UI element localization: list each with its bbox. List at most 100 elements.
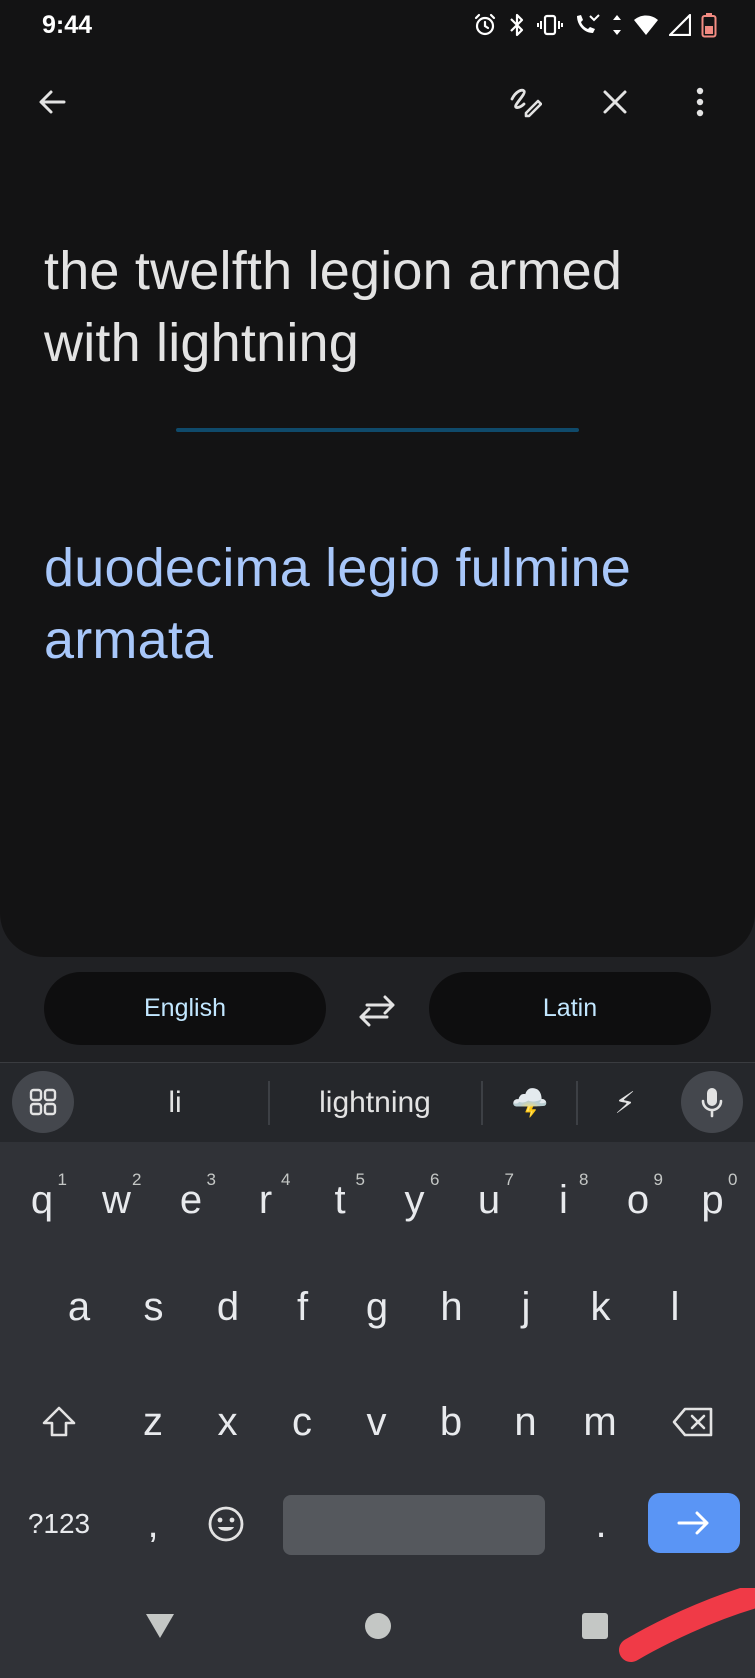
key-number-hint: 3 — [206, 1170, 216, 1189]
divider — [176, 428, 579, 432]
key-label: i — [559, 1177, 568, 1222]
key-r[interactable]: r4 — [231, 1160, 301, 1240]
key-label: o — [626, 1177, 650, 1222]
back-button[interactable] — [30, 80, 74, 124]
mic-icon — [701, 1088, 723, 1118]
nav-home-button[interactable] — [356, 1604, 400, 1648]
key-b[interactable]: b — [416, 1382, 486, 1462]
screen: 9:44 the twelfth legion armed with light… — [0, 0, 755, 1678]
keyboard-menu-button[interactable] — [12, 1071, 74, 1133]
close-icon — [603, 90, 627, 114]
clear-button[interactable] — [593, 80, 637, 124]
key-w[interactable]: w2 — [82, 1160, 152, 1240]
key-number-hint: 4 — [281, 1170, 291, 1189]
bluetooth-icon — [510, 13, 524, 37]
target-language-button[interactable]: Latin — [429, 972, 711, 1045]
suggestion-2[interactable]: lightning — [280, 1075, 470, 1131]
source-text[interactable]: the twelfth legion armed with lightning — [44, 235, 724, 379]
suggestion-3[interactable]: 🌩️ — [495, 1075, 565, 1131]
status-time: 9:44 — [42, 10, 93, 39]
key-k[interactable]: k — [566, 1267, 636, 1347]
key-label: e — [179, 1177, 203, 1222]
backspace-icon — [672, 1407, 713, 1437]
key-s[interactable]: s — [119, 1267, 189, 1347]
period-key[interactable]: . — [566, 1484, 636, 1564]
backspace-key[interactable] — [658, 1382, 728, 1462]
key-y[interactable]: y6 — [380, 1160, 450, 1240]
key-number-hint: 0 — [728, 1170, 738, 1189]
key-e[interactable]: e3 — [156, 1160, 226, 1240]
translated-text[interactable]: duodecima legio fulmine armata — [44, 532, 734, 676]
key-v[interactable]: v — [342, 1382, 412, 1462]
key-t[interactable]: t5 — [305, 1160, 375, 1240]
key-a[interactable]: a — [44, 1267, 114, 1347]
key-label: w — [102, 1177, 131, 1222]
more-vert-icon — [696, 87, 704, 117]
key-g[interactable]: g — [342, 1267, 412, 1347]
key-x[interactable]: x — [193, 1382, 263, 1462]
data-arrows-icon — [613, 15, 621, 35]
key-h[interactable]: h — [417, 1267, 487, 1347]
nav-back-icon — [146, 1614, 174, 1638]
key-q[interactable]: q1 — [7, 1160, 77, 1240]
nav-recents-icon — [582, 1613, 608, 1639]
key-number-hint: 1 — [57, 1170, 67, 1189]
key-label: u — [477, 1177, 501, 1222]
back-arrow-icon — [39, 90, 66, 114]
key-number-hint: 5 — [355, 1170, 365, 1189]
key-z[interactable]: z — [118, 1382, 188, 1462]
key-o[interactable]: o9 — [603, 1160, 673, 1240]
key-label: q — [30, 1177, 54, 1222]
suggestion-separator — [268, 1081, 270, 1125]
key-u[interactable]: u7 — [454, 1160, 524, 1240]
key-number-hint: 8 — [579, 1170, 589, 1189]
emoji-icon — [208, 1506, 244, 1542]
key-p[interactable]: p0 — [678, 1160, 748, 1240]
source-language-button[interactable]: English — [44, 972, 326, 1045]
keyboard: q1w2e3r4t5y6u7i8o9p0 asdfghjkl zxcvbnm ?… — [0, 1142, 755, 1572]
apps-grid-icon — [29, 1088, 57, 1116]
alarm-icon — [474, 13, 496, 36]
key-number-hint: 9 — [653, 1170, 663, 1189]
battery-low-icon — [701, 13, 717, 38]
key-n[interactable]: n — [491, 1382, 561, 1462]
swap-languages-button[interactable] — [354, 987, 400, 1033]
enter-key[interactable] — [648, 1493, 740, 1553]
nav-back-button[interactable] — [138, 1604, 182, 1648]
handwriting-button[interactable] — [503, 80, 547, 124]
key-label: t — [334, 1177, 346, 1222]
key-l[interactable]: l — [640, 1267, 710, 1347]
key-f[interactable]: f — [268, 1267, 338, 1347]
suggestion-separator — [576, 1081, 578, 1125]
handwriting-icon — [510, 88, 542, 118]
swap-icon — [359, 995, 395, 1027]
wifi-icon — [634, 15, 658, 35]
emoji-key[interactable] — [191, 1484, 261, 1564]
nav-recents-button[interactable] — [573, 1604, 617, 1648]
signal-icon — [669, 14, 691, 36]
suggestion-4[interactable]: ⚡ — [590, 1075, 660, 1131]
space-key[interactable] — [283, 1495, 545, 1555]
key-m[interactable]: m — [565, 1382, 635, 1462]
translation-card: the twelfth legion armed with lightning … — [0, 50, 755, 957]
status-icons — [473, 12, 717, 38]
key-label: y — [404, 1177, 425, 1222]
key-d[interactable]: d — [193, 1267, 263, 1347]
vibrate-icon — [537, 14, 563, 36]
comma-key[interactable]: , — [118, 1484, 188, 1564]
more-options-button[interactable] — [678, 80, 722, 124]
key-i[interactable]: i8 — [529, 1160, 599, 1240]
suggestion-strip: li lightning 🌩️ ⚡ — [0, 1062, 755, 1142]
key-label: p — [701, 1177, 724, 1222]
key-c[interactable]: c — [267, 1382, 337, 1462]
red-annotation-stroke — [619, 1588, 755, 1662]
symbols-key[interactable]: ?123 — [14, 1484, 104, 1564]
toolbar — [0, 50, 755, 170]
voice-input-button[interactable] — [681, 1071, 743, 1133]
nav-home-icon — [365, 1613, 391, 1639]
suggestion-1[interactable]: li — [120, 1075, 230, 1131]
key-j[interactable]: j — [491, 1267, 561, 1347]
shift-icon — [42, 1406, 76, 1437]
arrow-right-icon — [677, 1511, 709, 1535]
shift-key[interactable] — [24, 1382, 94, 1462]
